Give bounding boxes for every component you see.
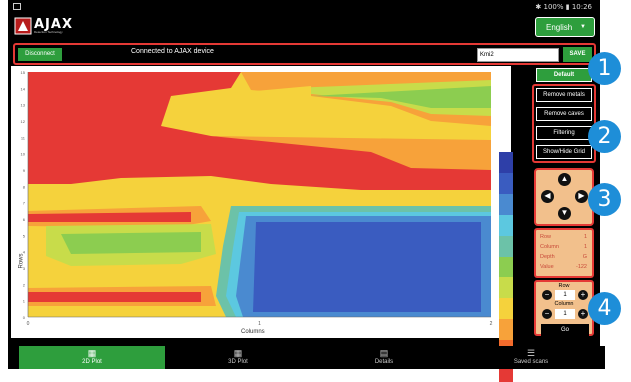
notification-icon <box>13 3 21 10</box>
goto-row-label: Row <box>558 283 570 289</box>
direction-pad: ▲ ◀ ▶ ▼ <box>534 168 594 226</box>
x-axis-label: Columns <box>241 329 265 335</box>
legend-swatch <box>499 298 513 320</box>
clipboard-icon: ▤ <box>379 348 389 358</box>
column-plus-icon[interactable]: + <box>578 309 588 319</box>
grid-icon: ▦ <box>87 348 97 358</box>
filtering-button[interactable]: Filtering <box>536 126 592 140</box>
legend-swatch <box>499 319 513 341</box>
go-button[interactable]: Go <box>541 324 589 336</box>
y-tick-label: 5 <box>23 233 26 238</box>
tab-label: 3D Plot <box>228 359 248 365</box>
default-button[interactable]: Default <box>536 68 592 82</box>
language-label: English <box>546 23 573 32</box>
cell-info-panel: Row 1 Column 1 Depth G Value -122 <box>534 228 594 278</box>
legend-swatch <box>499 172 513 194</box>
y-tick-label: 8 <box>23 184 26 189</box>
ajax-logo: AJAX Detection Technology <box>14 17 72 35</box>
callout-2: 2 <box>588 120 621 153</box>
column-minus-icon[interactable]: − <box>542 309 552 319</box>
info-depth-label: Depth <box>540 254 555 260</box>
tab-saved-scans[interactable]: ☰ Saved scans <box>457 346 605 369</box>
y-tick-label: 7 <box>23 201 26 206</box>
y-tick-label: 1 <box>23 299 26 304</box>
y-tick-label: 9 <box>23 168 26 173</box>
contour-plot[interactable]: 0 1 2 3 4 5 6 7 8 9 10 11 12 13 14 15 0 1 2 Rows Columns <box>11 66 513 382</box>
legend-swatch <box>499 277 513 299</box>
row-field[interactable]: 1 <box>555 290 575 300</box>
info-value-value: -122 <box>575 264 587 270</box>
goto-column-label: Column <box>554 301 574 307</box>
connection-bar: Disconnect Connected to AJAX device Kmi2… <box>13 43 596 65</box>
y-tick-label: 13 <box>21 103 26 108</box>
callout-4: 4 <box>588 292 621 325</box>
y-axis-label: Rows <box>18 253 25 269</box>
info-column-value: 1 <box>583 244 587 250</box>
legend-swatch <box>499 214 513 236</box>
row-minus-icon[interactable]: − <box>542 290 552 300</box>
show-hide-grid-button[interactable]: Show/Hide Grid <box>536 145 592 159</box>
info-row-label: Row <box>540 234 552 240</box>
screenshot-frame: ✱ 100% ▮ 10:26 AJAX Detection Technology… <box>0 0 631 382</box>
scan-name-input[interactable]: Kmi2 <box>477 48 559 62</box>
y-tick-label: 6 <box>23 217 26 222</box>
callout-3: 3 <box>588 183 621 216</box>
row-stepper: − 1 + <box>542 290 588 301</box>
y-tick-label: 10 <box>21 152 26 157</box>
grid-icon: ▦ <box>233 348 243 358</box>
legend-swatch <box>499 256 513 278</box>
connection-status: Connected to AJAX device <box>131 48 214 55</box>
disconnect-button[interactable]: Disconnect <box>18 48 62 61</box>
x-tick-label: 0 <box>27 321 30 327</box>
tab-label: Saved scans <box>513 359 549 365</box>
y-tick-label: 14 <box>21 86 26 91</box>
y-tick-label: 0 <box>23 315 26 320</box>
info-value-label: Value <box>540 264 554 270</box>
y-tick-label: 2 <box>23 282 26 287</box>
tablet-app: ✱ 100% ▮ 10:26 AJAX Detection Technology… <box>8 0 605 382</box>
column-field[interactable]: 1 <box>555 309 575 319</box>
tab-label: 2D Plot <box>82 359 102 365</box>
row-plus-icon[interactable]: + <box>578 290 588 300</box>
arrow-left-icon[interactable]: ◀ <box>541 190 554 203</box>
column-stepper: − 1 + <box>542 309 588 320</box>
contour-map[interactable]: 01234567891011121314150 1 2 <box>11 66 511 338</box>
tab-details[interactable]: ▤ Details <box>311 346 457 369</box>
goto-panel: Row − 1 + Column − 1 + Go <box>534 280 594 336</box>
info-row-value: 1 <box>583 234 587 240</box>
legend-swatch <box>499 193 513 215</box>
tab-label: Details <box>374 359 394 365</box>
arrow-right-icon[interactable]: ▶ <box>575 190 588 203</box>
tab-3d-plot[interactable]: ▦ 3D Plot <box>165 346 311 369</box>
x-tick-label: 1 <box>258 321 261 327</box>
chevron-down-icon: ▼ <box>580 24 586 30</box>
callout-1: 1 <box>588 52 621 85</box>
status-right: ✱ 100% ▮ 10:26 <box>535 3 592 11</box>
y-tick-label: 15 <box>21 70 26 75</box>
language-dropdown[interactable]: English ▼ <box>535 17 595 37</box>
logo-tagline: Detection Technology <box>34 30 63 34</box>
info-column-label: Column <box>540 244 559 250</box>
remove-caves-button[interactable]: Remove caves <box>536 107 592 121</box>
remove-metals-button[interactable]: Remove metals <box>536 88 592 102</box>
status-bar: ✱ 100% ▮ 10:26 <box>8 0 600 14</box>
save-button[interactable]: SAVE <box>563 47 592 62</box>
arrow-down-icon[interactable]: ▼ <box>558 207 571 220</box>
info-depth-value: G <box>582 254 587 260</box>
bottom-nav: ▦ 2D Plot ▦ 3D Plot ▤ Details ☰ Saved sc… <box>19 346 605 369</box>
arrow-up-icon[interactable]: ▲ <box>558 173 571 186</box>
y-tick-label: 12 <box>21 119 26 124</box>
legend-swatch <box>499 235 513 257</box>
tab-2d-plot[interactable]: ▦ 2D Plot <box>19 346 165 369</box>
y-tick-label: 11 <box>21 135 26 140</box>
logo-mark-icon <box>14 17 32 35</box>
legend-swatch <box>499 152 513 173</box>
list-icon: ☰ <box>526 348 536 358</box>
x-tick-label: 2 <box>490 321 493 327</box>
